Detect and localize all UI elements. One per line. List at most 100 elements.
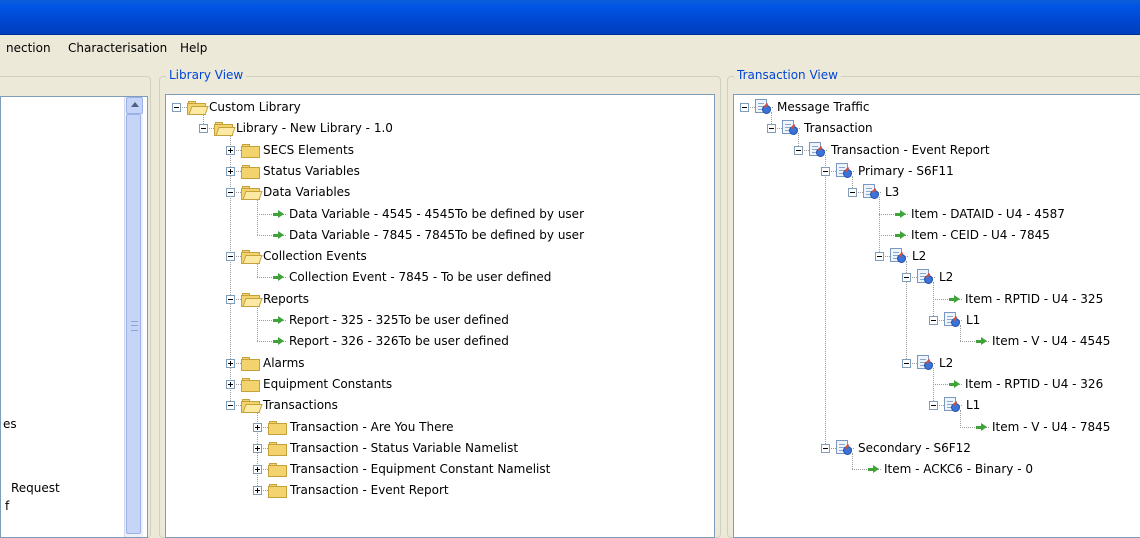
folder-icon xyxy=(268,441,288,456)
folder-open-icon xyxy=(241,250,263,265)
tree-node[interactable]: L1 xyxy=(734,395,1140,416)
tree-leaf-node[interactable]: Item - RPTID - U4 - 325 xyxy=(734,289,1140,310)
tree-node-label: Report - 326 - 326To be user defined xyxy=(289,334,509,349)
tree-leaf-node[interactable]: Item - RPTID - U4 - 326 xyxy=(734,374,1140,395)
collapse-icon[interactable] xyxy=(821,166,830,176)
tree-node-label: Item - RPTID - U4 - 325 xyxy=(965,291,1104,306)
tree-leaf-node[interactable]: Data Variable - 7845 - 7845To be defined… xyxy=(166,225,714,246)
folder-icon xyxy=(241,377,261,392)
expand-icon[interactable] xyxy=(253,486,262,496)
collapse-icon[interactable] xyxy=(740,103,749,112)
expand-icon[interactable] xyxy=(226,358,235,368)
tree-node-label: Data Variables xyxy=(263,185,351,200)
tree-node-label: L2 xyxy=(939,355,954,370)
tree-node[interactable]: Transaction - Equipment Constant Namelis… xyxy=(166,459,714,480)
tree-node[interactable]: Transactions xyxy=(166,395,714,416)
collapse-icon[interactable] xyxy=(929,401,938,411)
tree-node[interactable]: Data Variables xyxy=(166,182,714,203)
collapse-icon[interactable] xyxy=(172,103,181,112)
collapse-icon[interactable] xyxy=(226,252,235,262)
tree-node-label: Item - ACKC6 - Binary - 0 xyxy=(884,462,1033,477)
tree-node[interactable]: Transaction - Status Variable Namelist xyxy=(166,438,714,459)
tree-node[interactable]: Alarms xyxy=(166,353,714,374)
collapse-icon[interactable] xyxy=(767,124,776,134)
green-arrow-icon xyxy=(868,465,879,474)
expand-icon[interactable] xyxy=(253,443,262,453)
collapse-icon[interactable] xyxy=(199,124,208,134)
message-icon xyxy=(917,269,933,285)
tree-node[interactable]: L2 xyxy=(734,267,1140,288)
tree-leaf-node[interactable]: Report - 325 - 325To be user defined xyxy=(166,310,714,331)
tree-node[interactable]: SECS Elements xyxy=(166,140,714,161)
tree-node[interactable]: Library - New Library - 1.0 xyxy=(166,118,714,139)
tree-node[interactable]: Collection Events xyxy=(166,246,714,267)
folder-open-icon xyxy=(241,292,263,307)
tree-node-label: L2 xyxy=(939,270,954,285)
tree-node-label: Collection Event - 7845 - To be user def… xyxy=(289,270,552,285)
tree-node[interactable]: L2 xyxy=(734,353,1140,374)
tree-node[interactable]: L2 xyxy=(734,246,1140,267)
collapse-icon[interactable] xyxy=(848,188,857,198)
window-title-bar[interactable] xyxy=(0,0,1140,35)
green-arrow-icon xyxy=(895,209,906,219)
tree-node[interactable]: Message Traffic xyxy=(734,97,1140,118)
collapse-icon[interactable] xyxy=(226,294,235,304)
left-panel-scrollbar[interactable] xyxy=(124,97,143,537)
expand-icon[interactable] xyxy=(253,465,262,475)
scroll-thumb[interactable] xyxy=(126,114,141,534)
tree-node[interactable]: Transaction - Are You There xyxy=(166,417,714,438)
folder-icon xyxy=(241,143,261,158)
message-icon xyxy=(863,184,879,200)
tree-node-label: Item - RPTID - U4 - 326 xyxy=(965,376,1104,391)
tree-node-label: L2 xyxy=(912,249,927,264)
left-list-item[interactable]: es xyxy=(3,417,17,431)
tree-node[interactable]: Custom Library xyxy=(166,97,714,118)
tree-leaf-node[interactable]: Collection Event - 7845 - To be user def… xyxy=(166,267,714,288)
expand-icon[interactable] xyxy=(253,422,262,432)
tree-leaf-node[interactable]: Item - ACKC6 - Binary - 0 xyxy=(734,459,1140,480)
tree-node[interactable]: Equipment Constants xyxy=(166,374,714,395)
tree-leaf-node[interactable]: Report - 326 - 326To be user defined xyxy=(166,331,714,352)
collapse-icon[interactable] xyxy=(902,358,911,368)
tree-node[interactable]: Primary - S6F11 xyxy=(734,161,1140,182)
left-list-item[interactable]: Request xyxy=(11,481,60,495)
message-icon xyxy=(917,354,933,371)
library-tree-panel[interactable]: Custom Library Library - New Library - 1.… xyxy=(165,94,715,538)
tree-node-label: Report - 325 - 325To be user defined xyxy=(289,313,509,327)
tree-node[interactable]: Status Variables xyxy=(166,161,714,182)
green-arrow-icon xyxy=(949,294,960,304)
collapse-icon[interactable] xyxy=(875,252,884,262)
tree-node[interactable]: Secondary - S6F12 xyxy=(734,438,1140,459)
tree-node[interactable]: L1 xyxy=(734,310,1140,331)
folder-open-icon xyxy=(241,186,263,201)
collapse-icon[interactable] xyxy=(226,401,235,411)
collapse-icon[interactable] xyxy=(226,188,235,198)
tree-node[interactable]: Transaction - Event Report xyxy=(166,480,714,501)
collapse-icon[interactable] xyxy=(794,145,803,155)
expand-icon[interactable] xyxy=(226,379,235,389)
menu-characterisation[interactable]: Characterisation xyxy=(68,41,167,55)
folder-open-icon xyxy=(187,101,209,115)
tree-node[interactable]: Transaction - Event Report xyxy=(734,140,1140,161)
tree-node[interactable]: L3 xyxy=(734,182,1140,203)
tree-leaf-node[interactable]: Item - CEID - U4 - 7845 xyxy=(734,225,1140,246)
tree-leaf-node[interactable]: Item - DATAID - U4 - 4587 xyxy=(734,204,1140,225)
tree-node[interactable]: Reports xyxy=(166,289,714,310)
tree-node-label: L1 xyxy=(966,313,981,327)
left-list-item[interactable]: f xyxy=(5,499,9,513)
menu-help[interactable]: Help xyxy=(180,41,207,55)
tree-node-label: SECS Elements xyxy=(263,142,354,157)
collapse-icon[interactable] xyxy=(821,443,830,453)
scroll-up-button[interactable] xyxy=(126,97,143,114)
tree-node[interactable]: Transaction xyxy=(734,118,1140,139)
tree-leaf-node[interactable]: Data Variable - 4545 - 4545To be defined… xyxy=(166,204,714,225)
tree-leaf-node[interactable]: Item - V - U4 - 7845 xyxy=(734,417,1140,438)
tree-leaf-node[interactable]: Item - V - U4 - 4545 xyxy=(734,331,1140,352)
menu-connection[interactable]: nection xyxy=(6,41,51,55)
expand-icon[interactable] xyxy=(226,166,235,176)
collapse-icon[interactable] xyxy=(902,273,911,283)
expand-icon[interactable] xyxy=(226,145,235,155)
tree-node-label: Item - DATAID - U4 - 4587 xyxy=(911,206,1065,221)
collapse-icon[interactable] xyxy=(929,316,938,325)
transaction-tree-panel[interactable]: Message Traffic Transaction Transaction - … xyxy=(733,94,1140,538)
